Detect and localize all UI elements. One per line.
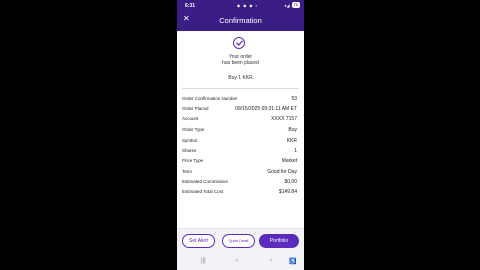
confirmation-text-line2: has been placed — [222, 60, 259, 66]
detail-row: Shares 1 — [182, 148, 297, 156]
portfolio-button[interactable]: Portfolio — [259, 234, 299, 248]
home-icon[interactable]: ○ — [235, 258, 239, 264]
detail-label: Symbol — [182, 138, 198, 143]
detail-label: Order Placed — [182, 106, 209, 111]
detail-row: Price Type Market — [182, 158, 297, 166]
detail-row: Order Type Buy — [182, 127, 297, 135]
detail-label: Order Type — [182, 127, 205, 132]
top-bar: 6:31 ◆ ◆ ◆ ▪ ▾◢ 71 ✕ Confirmation — [177, 0, 304, 31]
detail-row: Term Good for Day — [182, 169, 297, 177]
detail-label: Term — [182, 169, 192, 174]
battery-icon: 71 — [291, 2, 300, 8]
detail-value: Good for Day — [267, 169, 297, 175]
detail-row: Order Confirmation Number 53 — [182, 96, 297, 104]
detail-row: Order Placed 09/15/2025 09:31:11 AM ET — [182, 106, 297, 114]
detail-row: Account XXXX 7157 — [182, 116, 297, 124]
detail-label: Estimated Total Cost — [182, 189, 224, 194]
detail-label: Shares — [182, 148, 197, 153]
phone-screen: 6:31 ◆ ◆ ◆ ▪ ▾◢ 71 ✕ Confirmation Your o… — [177, 0, 304, 270]
quote-detail-button[interactable]: Quote Detail — [222, 234, 255, 248]
detail-value: Market — [281, 158, 297, 164]
recents-icon[interactable]: ||| — [201, 258, 206, 264]
detail-row: Estimated Total Cost $149.84 — [182, 189, 297, 197]
divider — [182, 88, 299, 89]
detail-value: 53 — [291, 96, 297, 102]
detail-label: Estimated Commission — [182, 179, 229, 184]
detail-label: Account — [182, 116, 199, 121]
detail-value: Buy — [288, 127, 297, 133]
accessibility-icon[interactable]: ♿ — [289, 258, 296, 265]
detail-value: $149.84 — [278, 189, 297, 195]
page-title: Confirmation — [219, 16, 262, 25]
detail-value: $0.00 — [284, 179, 297, 185]
detail-value: 1 — [294, 148, 297, 154]
signal-icon: ▾◢ — [284, 2, 290, 8]
detail-row: Symbol KKR — [182, 138, 297, 146]
detail-row: Estimated Commission $0.00 — [182, 179, 297, 187]
notification-icons: ◆ ◆ ◆ ▪ — [237, 3, 258, 8]
detail-value: KKR — [286, 138, 297, 144]
check-circle-icon — [233, 37, 245, 49]
set-alert-button[interactable]: Set Alert — [182, 234, 215, 248]
detail-value: 09/15/2025 09:31:11 AM ET — [235, 106, 297, 112]
detail-value: XXXX 7157 — [271, 116, 297, 122]
status-time: 6:31 — [185, 3, 196, 9]
detail-label: Price Type — [182, 158, 204, 163]
order-summary: Buy 1 KKR — [228, 75, 253, 81]
detail-label: Order Confirmation Number — [182, 96, 238, 101]
back-icon[interactable]: ‹ — [270, 258, 272, 264]
status-right: ▾◢ 71 — [284, 2, 300, 8]
